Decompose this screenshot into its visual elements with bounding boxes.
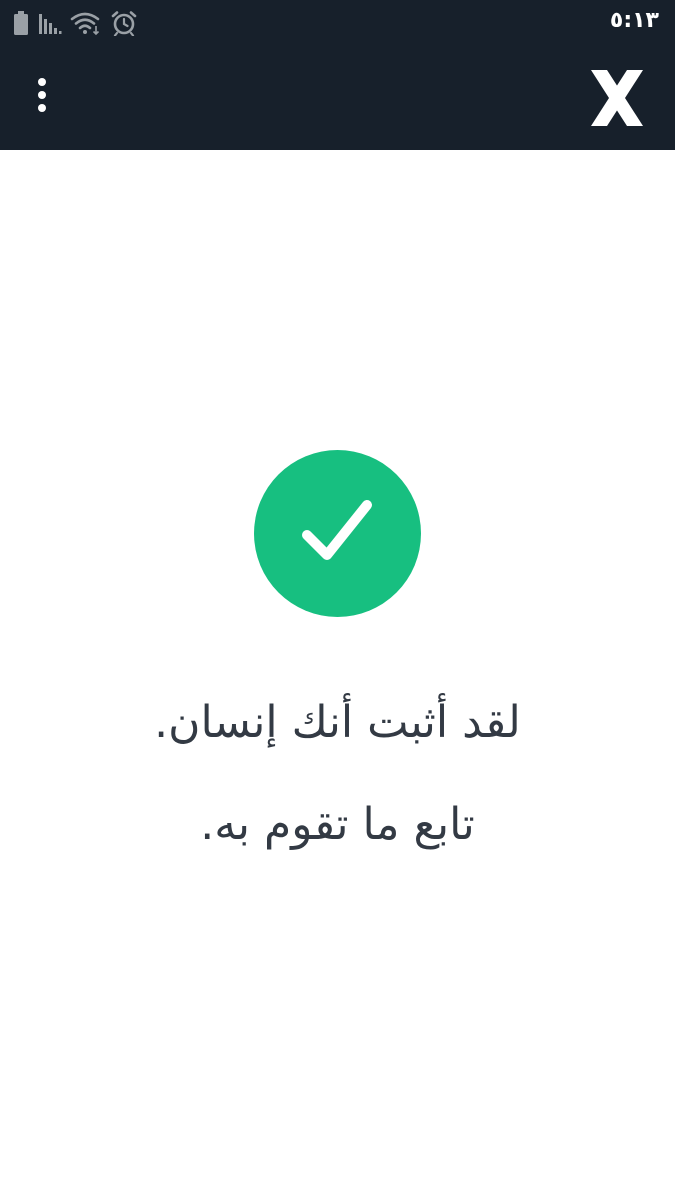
verification-message: لقد أثبت أنك إنسان.	[154, 697, 521, 748]
main-content: لقد أثبت أنك إنسان. تابع ما تقوم به.	[0, 150, 675, 1200]
status-icons	[12, 8, 138, 38]
app-bar	[0, 44, 675, 150]
more-vertical-icon-dot	[38, 104, 46, 112]
success-badge	[254, 450, 421, 617]
wifi-icon	[70, 12, 100, 36]
status-bar: ٥:١٣	[0, 0, 675, 44]
more-options-button[interactable]	[24, 72, 60, 118]
more-vertical-icon	[38, 78, 46, 86]
battery-icon	[14, 11, 28, 35]
check-circle-icon	[301, 499, 372, 560]
signal-icon	[39, 14, 62, 34]
top-bar: ٥:١٣	[0, 0, 675, 150]
continue-message: تابع ما تقوم به.	[200, 799, 475, 850]
verification-screen: ٥:١٣ لقد أثبت أنك إنسان. تابع ما تقوم به…	[0, 0, 675, 1200]
alarm-icon	[111, 11, 137, 36]
status-time: ٥:١٣	[609, 8, 659, 33]
more-vertical-icon-dot	[38, 91, 46, 99]
x-logo-icon	[591, 70, 643, 126]
